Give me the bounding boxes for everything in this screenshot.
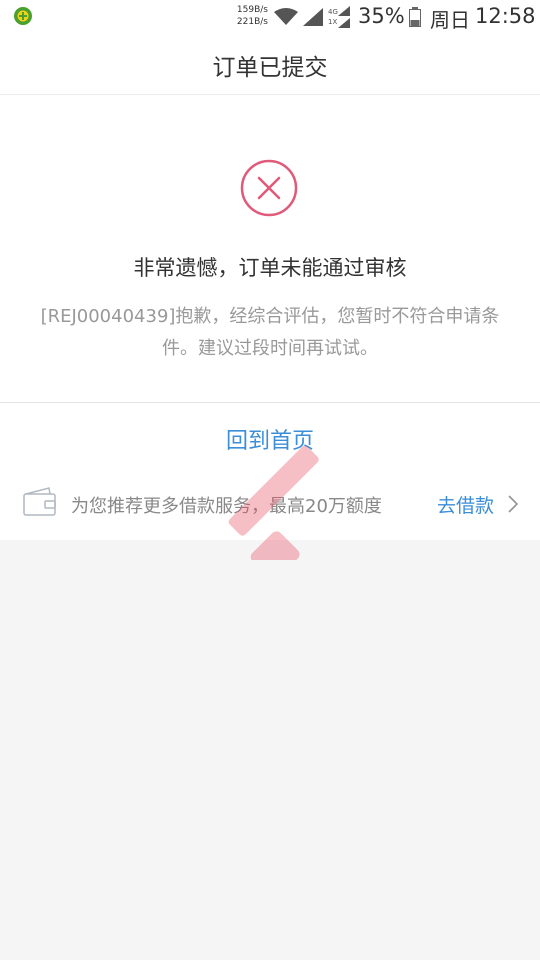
network-speed: 159B/s 221B/s xyxy=(228,4,268,28)
error-circle-icon xyxy=(240,159,298,217)
wallet-icon xyxy=(23,487,56,516)
day-of-week: 周日 xyxy=(430,8,470,32)
result-heading: 非常遗憾，订单未能通过审核 xyxy=(133,256,407,280)
app-notification-icon xyxy=(14,7,32,25)
network-speed-up: 159B/s xyxy=(236,5,268,15)
battery-percent: 35% xyxy=(358,4,405,28)
clock: 12:58 xyxy=(475,4,536,28)
svg-text:4G: 4G xyxy=(328,8,338,16)
result-card: 非常遗憾，订单未能通过审核 [REJ00040439]抱歉，经综合评估，您暂时不… xyxy=(0,95,540,403)
result-message: [REJ00040439]抱歉，经综合评估，您暂时不符合申请条件。建议过段时间再… xyxy=(40,306,500,359)
go-borrow-link[interactable]: 去借款 xyxy=(437,491,494,518)
page-title: 订单已提交 xyxy=(212,55,328,81)
chevron-right-icon xyxy=(508,495,518,513)
signal-4g-icon: 4G 1X xyxy=(328,6,350,28)
watermark-logo xyxy=(228,445,319,560)
status-bar: 159B/s 221B/s 4G 1X 35% 周日 12:58 xyxy=(0,0,540,34)
battery-icon xyxy=(409,7,421,27)
wifi-icon xyxy=(274,8,298,25)
network-speed-down: 221B/s xyxy=(236,17,268,27)
svg-text:1X: 1X xyxy=(328,18,337,26)
title-bar: 订单已提交 xyxy=(0,34,540,95)
signal-strength-icon xyxy=(303,8,323,26)
